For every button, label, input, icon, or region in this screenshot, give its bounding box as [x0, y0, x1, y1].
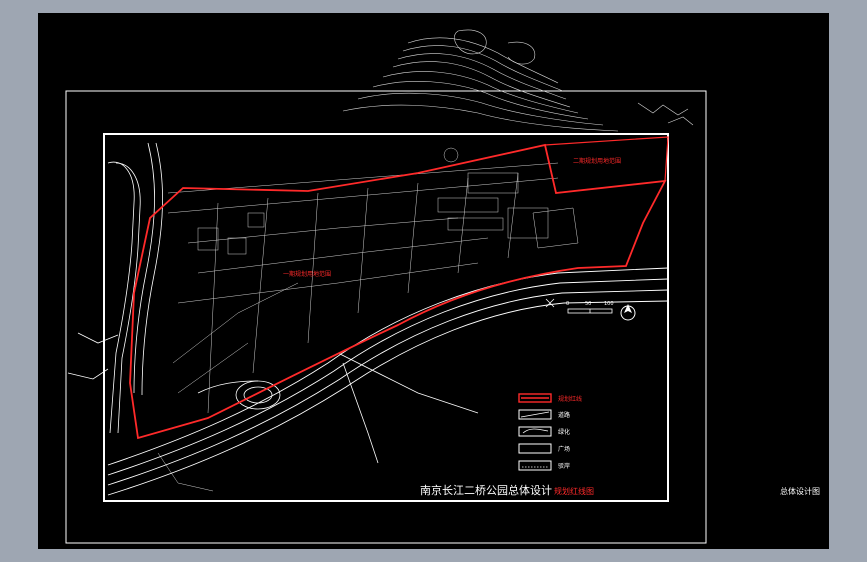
legend-label-plaza: 广场: [558, 445, 570, 453]
terrain-contours: [342, 29, 694, 132]
legend-swatch-greenery: [518, 426, 552, 437]
legend-label-road: 道路: [558, 411, 570, 419]
drawing-title: 南京长江二桥公园总体设计: [420, 483, 552, 497]
site-detail-lines: [157, 147, 579, 492]
scale-bar: [545, 298, 613, 314]
legend-swatch-revetment: [518, 460, 552, 471]
north-arrow-icon: [620, 304, 636, 321]
phase-one-zone-label: 一期规划用地范围: [283, 270, 331, 278]
interchange-ramp: [197, 352, 479, 464]
drawing-subtitle: 规划红线图: [554, 486, 594, 496]
phase-two-redline-boundary: [544, 136, 669, 194]
left-roads: [67, 142, 163, 434]
scale-tick-50: 50: [585, 301, 591, 307]
phase-two-zone-label: 二期规划用地范围: [573, 157, 621, 165]
highway-bridge-approach: [107, 267, 669, 496]
legend-label-revetment: 驳岸: [558, 462, 570, 470]
legend-swatch-plaza: [518, 443, 552, 454]
phase-one-redline-boundary: [129, 143, 667, 440]
site-plan-drawing: 一期规划用地范围 二期规划用地范围 0 50 100 规划红线 道路 绿化 广场…: [65, 29, 820, 544]
legend-label-redline: 规划红线: [558, 395, 582, 403]
cad-drawing-viewport[interactable]: 一期规划用地范围 二期规划用地范围 0 50 100 规划红线 道路 绿化 广场…: [38, 13, 829, 549]
scale-tick-100: 100: [604, 301, 614, 307]
legend-box: [518, 393, 552, 471]
legend-label-greenery: 绿化: [558, 428, 570, 436]
scale-tick-0: 0: [566, 301, 569, 307]
sheet-side-label: 总体设计图: [780, 486, 820, 496]
